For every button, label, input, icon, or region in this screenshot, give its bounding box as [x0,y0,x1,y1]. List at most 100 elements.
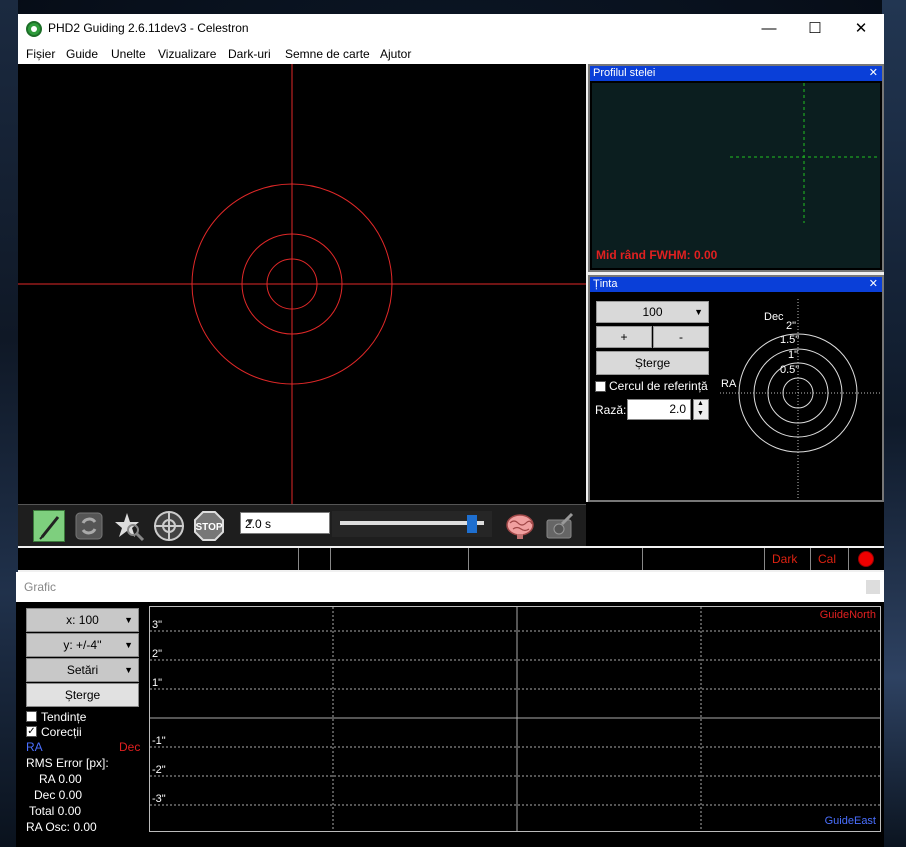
autoselect-star-icon [115,513,145,542]
radius-label: Rază: [595,403,627,417]
auto-select-star-button[interactable] [113,510,145,542]
y-tick-neg2: -2" [152,764,166,776]
target-close-icon[interactable]: ✕ [869,277,878,292]
y-tick-1: 1" [152,677,163,689]
guide-icon [154,511,184,541]
chevron-down-icon: ▼ [245,517,255,528]
star-profile-pane: Profilul stelei ✕ Mid rând FWHM: 0.00 [588,64,884,272]
graph-close-button[interactable] [866,580,880,594]
brain-icon [506,514,534,539]
rms-dec: Dec 0.00 [34,788,83,802]
guide-graph-plot: 3" 2" 1" -1" -2" -3" GuideNorth GuideEas… [149,606,881,832]
chevron-down-icon: ▼ [124,640,133,650]
wallpaper-edge-right [882,0,906,847]
graph-settings-label: Setări [66,663,99,677]
ring-label-2: 2" [786,320,797,332]
status-cell-5 [764,548,765,570]
graph-x-value: x: 100 [66,613,99,627]
phd2-app-icon [26,21,42,37]
title-bar: PHD2 Guiding 2.6.11dev3 - Celestron — ☐ … [18,14,884,44]
star-profile-close-icon[interactable]: ✕ [869,66,878,81]
graph-window: Grafic x: 100 ▼ y: +/-4'' ▼ Setări ▼ Ște… [16,572,884,847]
graph-title-bar: Grafic [16,572,884,602]
menu-bookmarks[interactable]: Semne de carte [285,47,370,61]
brain-button[interactable] [504,510,536,542]
trends-label: Tendințe [41,710,87,724]
spin-up-icon[interactable]: ▲ [697,400,704,407]
rms-total: Total 0.00 [29,804,82,818]
graph-clear-button[interactable]: Șterge [26,683,139,707]
graph-title: Grafic [24,580,57,594]
target-title: Ținta [590,277,882,292]
gamma-thumb[interactable] [467,515,478,533]
status-led-icon [858,551,874,567]
guide-button[interactable] [153,510,185,542]
radius-spinner[interactable]: ▲ ▼ [693,399,709,420]
graph-x-select[interactable]: x: 100 ▼ [26,608,139,632]
target-pane: Ținta ✕ 100 ▼ + - Șterge Cercul de refer… [588,275,884,502]
guide-east-label: GuideEast [824,815,876,827]
svg-text:STOP: STOP [195,522,222,533]
target-length-value: 100 [642,305,663,319]
stop-button[interactable]: STOP [193,510,225,542]
gamma-track [340,521,484,525]
status-cell-6 [810,548,811,570]
status-cell-2 [330,548,331,570]
zoom-out-button[interactable]: - [653,326,709,348]
ref-circle-checkbox[interactable] [595,381,606,392]
ring-label-1: 1" [788,349,799,361]
trends-checkbox[interactable] [26,711,37,722]
target-clear-button[interactable]: Șterge [596,351,709,375]
y-tick-3: 3" [152,619,163,631]
status-cell-4 [642,548,643,570]
status-bar: Dark Cal [18,548,884,570]
radius-input[interactable]: 2.0 [627,399,691,420]
exposure-select[interactable]: 2.0 s ▼ [240,512,330,534]
zoom-in-button[interactable]: + [596,326,652,348]
gamma-slider[interactable] [332,511,492,537]
menu-tools[interactable]: Unelte [111,47,146,61]
rms-title: RMS Error [px]: [26,756,109,770]
ref-circle-label: Cercul de referință [609,379,708,393]
camera-view[interactable] [18,64,586,504]
maximize-button[interactable]: ☐ [792,14,838,44]
crosshair-overlay [18,64,586,504]
graph-y-value: y: +/-4'' [63,638,102,652]
chevron-down-icon: ▼ [124,665,133,675]
dec-axis-label: Dec [764,311,784,323]
target-length-select[interactable]: 100 ▼ [596,301,709,323]
connect-gear-button[interactable] [33,510,65,542]
tools-button[interactable] [544,510,576,542]
ra-legend: RA [26,740,43,754]
menu-darks[interactable]: Dark-uri [228,47,271,61]
status-cell-7 [848,548,849,570]
menu-bar: Fișier Guide Unelte Vizualizare Dark-uri… [18,44,884,64]
minimize-button[interactable]: — [746,14,792,44]
corrections-label: Corecții [41,725,82,739]
menu-help[interactable]: Ajutor [380,47,411,61]
menu-guide[interactable]: Guide [66,47,98,61]
menu-view[interactable]: Vizualizare [158,47,216,61]
guide-north-label: GuideNorth [819,609,876,621]
profile-crosshair [730,83,878,223]
stop-icon: STOP [194,511,224,541]
graph-y-select[interactable]: y: +/-4'' ▼ [26,633,139,657]
y-tick-2: 2" [152,648,163,660]
loop-button[interactable] [73,510,105,542]
ring-label-0-5: 0.5" [780,364,800,376]
spin-down-icon[interactable]: ▼ [697,410,704,417]
chevron-down-icon: ▼ [124,615,133,625]
corrections-checkbox[interactable]: ✓ [26,726,37,737]
menu-file[interactable]: Fișier [26,47,55,61]
connect-icon [39,516,60,540]
ra-axis-label: RA [721,378,737,390]
target-bullseye [720,299,880,499]
toolbar-right-filler [586,502,884,546]
rms-ra: RA 0.00 [39,772,82,786]
close-button[interactable]: ✕ [838,14,884,44]
status-cell-1 [298,548,299,570]
star-profile-plot: Mid rând FWHM: 0.00 [592,83,880,268]
graph-grid [150,607,880,831]
star-profile-title: Profilul stelei [590,66,882,81]
graph-settings-select[interactable]: Setări ▼ [26,658,139,682]
